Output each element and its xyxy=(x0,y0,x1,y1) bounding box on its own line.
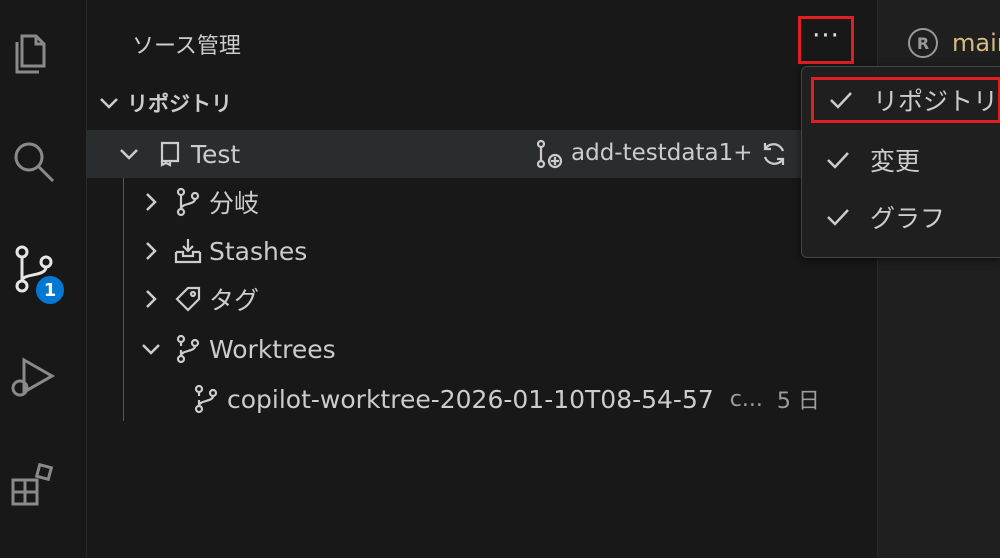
extensions-icon[interactable] xyxy=(8,460,58,510)
worktree-age: 5 日 xyxy=(776,389,820,414)
rust-file-icon: R xyxy=(908,28,938,58)
chevron-down-icon xyxy=(117,142,141,166)
sidebar-title: ソース管理 xyxy=(132,34,241,59)
scm-badge: 1 xyxy=(33,273,67,307)
section-header-repositories[interactable]: リポジトリ xyxy=(97,88,232,118)
branch-add-icon[interactable] xyxy=(533,139,563,169)
repo-icon xyxy=(155,139,185,169)
chevron-down-icon xyxy=(97,91,121,115)
repo-name: Test xyxy=(191,139,241,169)
repo-row[interactable]: Test add-testdata1+ xyxy=(87,130,877,178)
menu-item-repositories[interactable]: リポジトリ xyxy=(811,77,1000,123)
tree-item-label: Worktrees xyxy=(209,334,336,364)
check-icon xyxy=(824,203,852,231)
worktree-icon xyxy=(173,334,203,364)
stash-icon xyxy=(173,236,203,266)
worktree-icon xyxy=(191,384,221,414)
tree-item-label: copilot-worktree-2026-01-10T08-54-57 xyxy=(227,384,714,414)
section-header-label: リポジトリ xyxy=(127,92,232,116)
tree-item-label: Stashes xyxy=(209,236,308,266)
check-icon xyxy=(824,146,852,174)
git-branch-icon xyxy=(173,187,203,217)
menu-item-label: リポジトリ xyxy=(873,87,999,116)
menu-item-graph[interactable]: グラフ xyxy=(802,194,1000,240)
branch-name[interactable]: add-testdata1+ xyxy=(571,140,752,166)
menu-item-changes[interactable]: 変更 xyxy=(802,137,1000,183)
more-actions-button[interactable]: ··· xyxy=(798,16,854,64)
tree-item-tags[interactable]: タグ xyxy=(87,275,877,323)
tree-item-label: 分岐 xyxy=(209,189,260,218)
ellipsis-icon: ··· xyxy=(812,21,840,51)
files-icon[interactable] xyxy=(8,24,58,74)
tag-icon xyxy=(173,284,203,314)
chevron-down-icon xyxy=(139,337,163,361)
editor-tab[interactable]: R main xyxy=(908,28,1000,58)
worktree-description: c... xyxy=(729,386,763,412)
menu-item-label: 変更 xyxy=(870,147,921,176)
tree-item-label: タグ xyxy=(209,286,260,315)
tree-item-branches[interactable]: 分岐 xyxy=(87,178,877,226)
chevron-right-icon xyxy=(139,239,163,263)
menu-item-label: グラフ xyxy=(870,204,946,233)
chevron-right-icon xyxy=(139,287,163,311)
tree-item-stashes[interactable]: Stashes xyxy=(87,227,877,275)
chevron-right-icon xyxy=(139,190,163,214)
tab-label: main xyxy=(952,29,1000,57)
tree-item-worktrees[interactable]: Worktrees xyxy=(87,325,877,373)
sync-icon[interactable] xyxy=(759,139,789,169)
search-icon[interactable] xyxy=(8,136,58,186)
scm-sidebar: ソース管理 ··· リポジトリ Test add-testdata1+ 分岐 S… xyxy=(87,0,877,558)
activity-bar: 1 xyxy=(0,0,87,558)
tree-item-worktree[interactable]: copilot-worktree-2026-01-10T08-54-57 c..… xyxy=(87,375,877,423)
check-icon xyxy=(827,86,855,114)
run-debug-icon[interactable] xyxy=(8,352,58,402)
views-context-menu: リポジトリ 変更 グラフ xyxy=(801,66,1000,258)
